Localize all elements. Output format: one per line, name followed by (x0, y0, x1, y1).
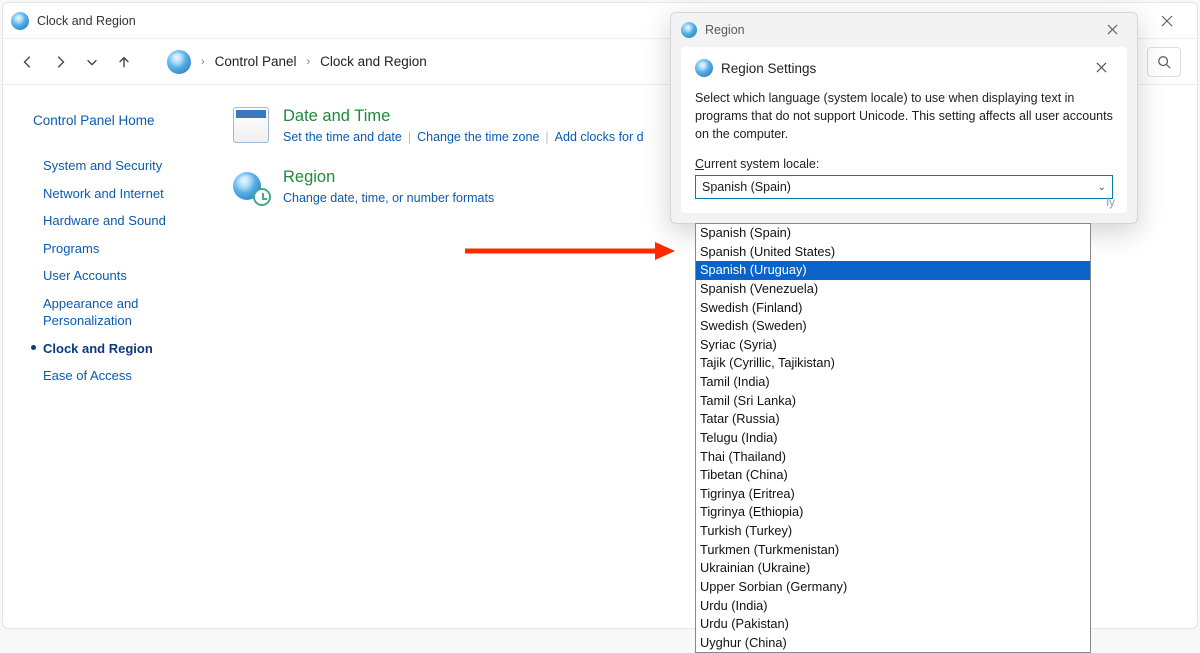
sidebar-item[interactable]: Appearance and Personalization (33, 290, 183, 335)
locale-option[interactable]: Turkish (Turkey) (696, 522, 1090, 541)
sidebar-item[interactable]: User Accounts (33, 262, 183, 290)
link-separator: | (545, 130, 548, 144)
locale-option[interactable]: Tajik (Cyrillic, Tajikistan) (696, 354, 1090, 373)
system-locale-selected: Spanish (Spain) (702, 180, 791, 194)
control-panel-home-link[interactable]: Control Panel Home (33, 113, 183, 128)
region-dialog: Region Region Settings Select which lang… (670, 12, 1138, 224)
task-link[interactable]: Change date, time, or number formats (283, 191, 494, 205)
locale-option[interactable]: Swedish (Finland) (696, 299, 1090, 318)
locale-option[interactable]: Tibetan (China) (696, 466, 1090, 485)
sidebar-item[interactable]: Network and Internet (33, 180, 183, 208)
task-link[interactable]: Change the time zone (417, 130, 539, 144)
region-dialog-title: Region (705, 23, 745, 37)
search-button[interactable] (1147, 47, 1181, 77)
region-settings-panel: Region Settings Select which language (s… (681, 47, 1127, 213)
locale-option[interactable]: Spanish (Uruguay) (696, 261, 1090, 280)
locale-option[interactable]: Tamil (India) (696, 373, 1090, 392)
region-settings-title: Region Settings (721, 61, 816, 76)
window-title: Clock and Region (37, 14, 136, 28)
locale-option[interactable]: Tigrinya (Eritrea) (696, 485, 1090, 504)
control-panel-icon (167, 50, 191, 74)
region-settings-close-button[interactable] (1089, 61, 1113, 76)
locale-option[interactable]: Tigrinya (Ethiopia) (696, 503, 1090, 522)
locale-option[interactable]: Tatar (Russia) (696, 410, 1090, 429)
locale-option[interactable]: Thai (Thailand) (696, 448, 1090, 467)
locale-option[interactable]: Spanish (Venezuela) (696, 280, 1090, 299)
system-locale-label: Current system locale: (695, 157, 1113, 171)
system-locale-dropdown[interactable]: Spanish (Spain)Spanish (United States)Sp… (695, 223, 1091, 653)
sidebar-item[interactable]: Hardware and Sound (33, 207, 183, 235)
locale-option[interactable]: Ukrainian (Ukraine) (696, 559, 1090, 578)
date-time-heading[interactable]: Date and Time (283, 107, 644, 126)
locale-option[interactable]: Turkmen (Turkmenistan) (696, 541, 1090, 560)
globe-icon (681, 22, 697, 38)
sidebar-item[interactable]: Ease of Access (33, 362, 183, 390)
sidebar-item[interactable]: Programs (33, 235, 183, 263)
breadcrumb-separator: › (306, 56, 310, 68)
task-link[interactable]: Add clocks for d (555, 130, 644, 144)
up-button[interactable] (115, 53, 133, 71)
region-links: Change date, time, or number formats (283, 191, 494, 205)
link-separator: | (408, 130, 411, 144)
close-button[interactable] (1145, 6, 1189, 36)
sidebar: Control Panel Home System and SecurityNe… (3, 85, 203, 628)
system-locale-combobox[interactable]: Spanish (Spain) ⌄ (695, 175, 1113, 199)
locale-option[interactable]: Upper Sorbian (Germany) (696, 578, 1090, 597)
locale-option[interactable]: Urdu (India) (696, 597, 1090, 616)
region-heading[interactable]: Region (283, 168, 494, 187)
locale-option[interactable]: Uyghur (China) (696, 634, 1090, 653)
breadcrumb: › Control Panel › Clock and Region (167, 50, 427, 74)
globe-icon (695, 59, 713, 77)
sidebar-item[interactable]: Clock and Region (33, 335, 183, 363)
region-dialog-titlebar: Region (671, 13, 1137, 47)
breadcrumb-item-clock-region[interactable]: Clock and Region (320, 54, 427, 69)
apply-button-partial[interactable]: ly (1106, 195, 1115, 209)
forward-button[interactable] (51, 53, 69, 71)
region-settings-description: Select which language (system locale) to… (695, 89, 1113, 143)
locale-option[interactable]: Spanish (Spain) (696, 224, 1090, 243)
back-button[interactable] (19, 53, 37, 71)
calendar-clock-icon (233, 107, 269, 143)
task-link[interactable]: Set the time and date (283, 130, 402, 144)
chevron-down-icon: ⌄ (1098, 182, 1106, 193)
globe-clock-icon (233, 168, 269, 204)
breadcrumb-item-control-panel[interactable]: Control Panel (215, 54, 297, 69)
locale-option[interactable]: Spanish (United States) (696, 243, 1090, 262)
sidebar-item[interactable]: System and Security (33, 152, 183, 180)
region-dialog-close-button[interactable] (1097, 23, 1127, 38)
clock-region-icon (11, 12, 29, 30)
recent-dropdown[interactable] (83, 53, 101, 71)
locale-option[interactable]: Tamil (Sri Lanka) (696, 392, 1090, 411)
locale-option[interactable]: Swedish (Sweden) (696, 317, 1090, 336)
date-time-links: Set the time and date | Change the time zo… (283, 130, 644, 144)
breadcrumb-separator: › (201, 56, 205, 68)
locale-option[interactable]: Syriac (Syria) (696, 336, 1090, 355)
locale-option[interactable]: Telugu (India) (696, 429, 1090, 448)
